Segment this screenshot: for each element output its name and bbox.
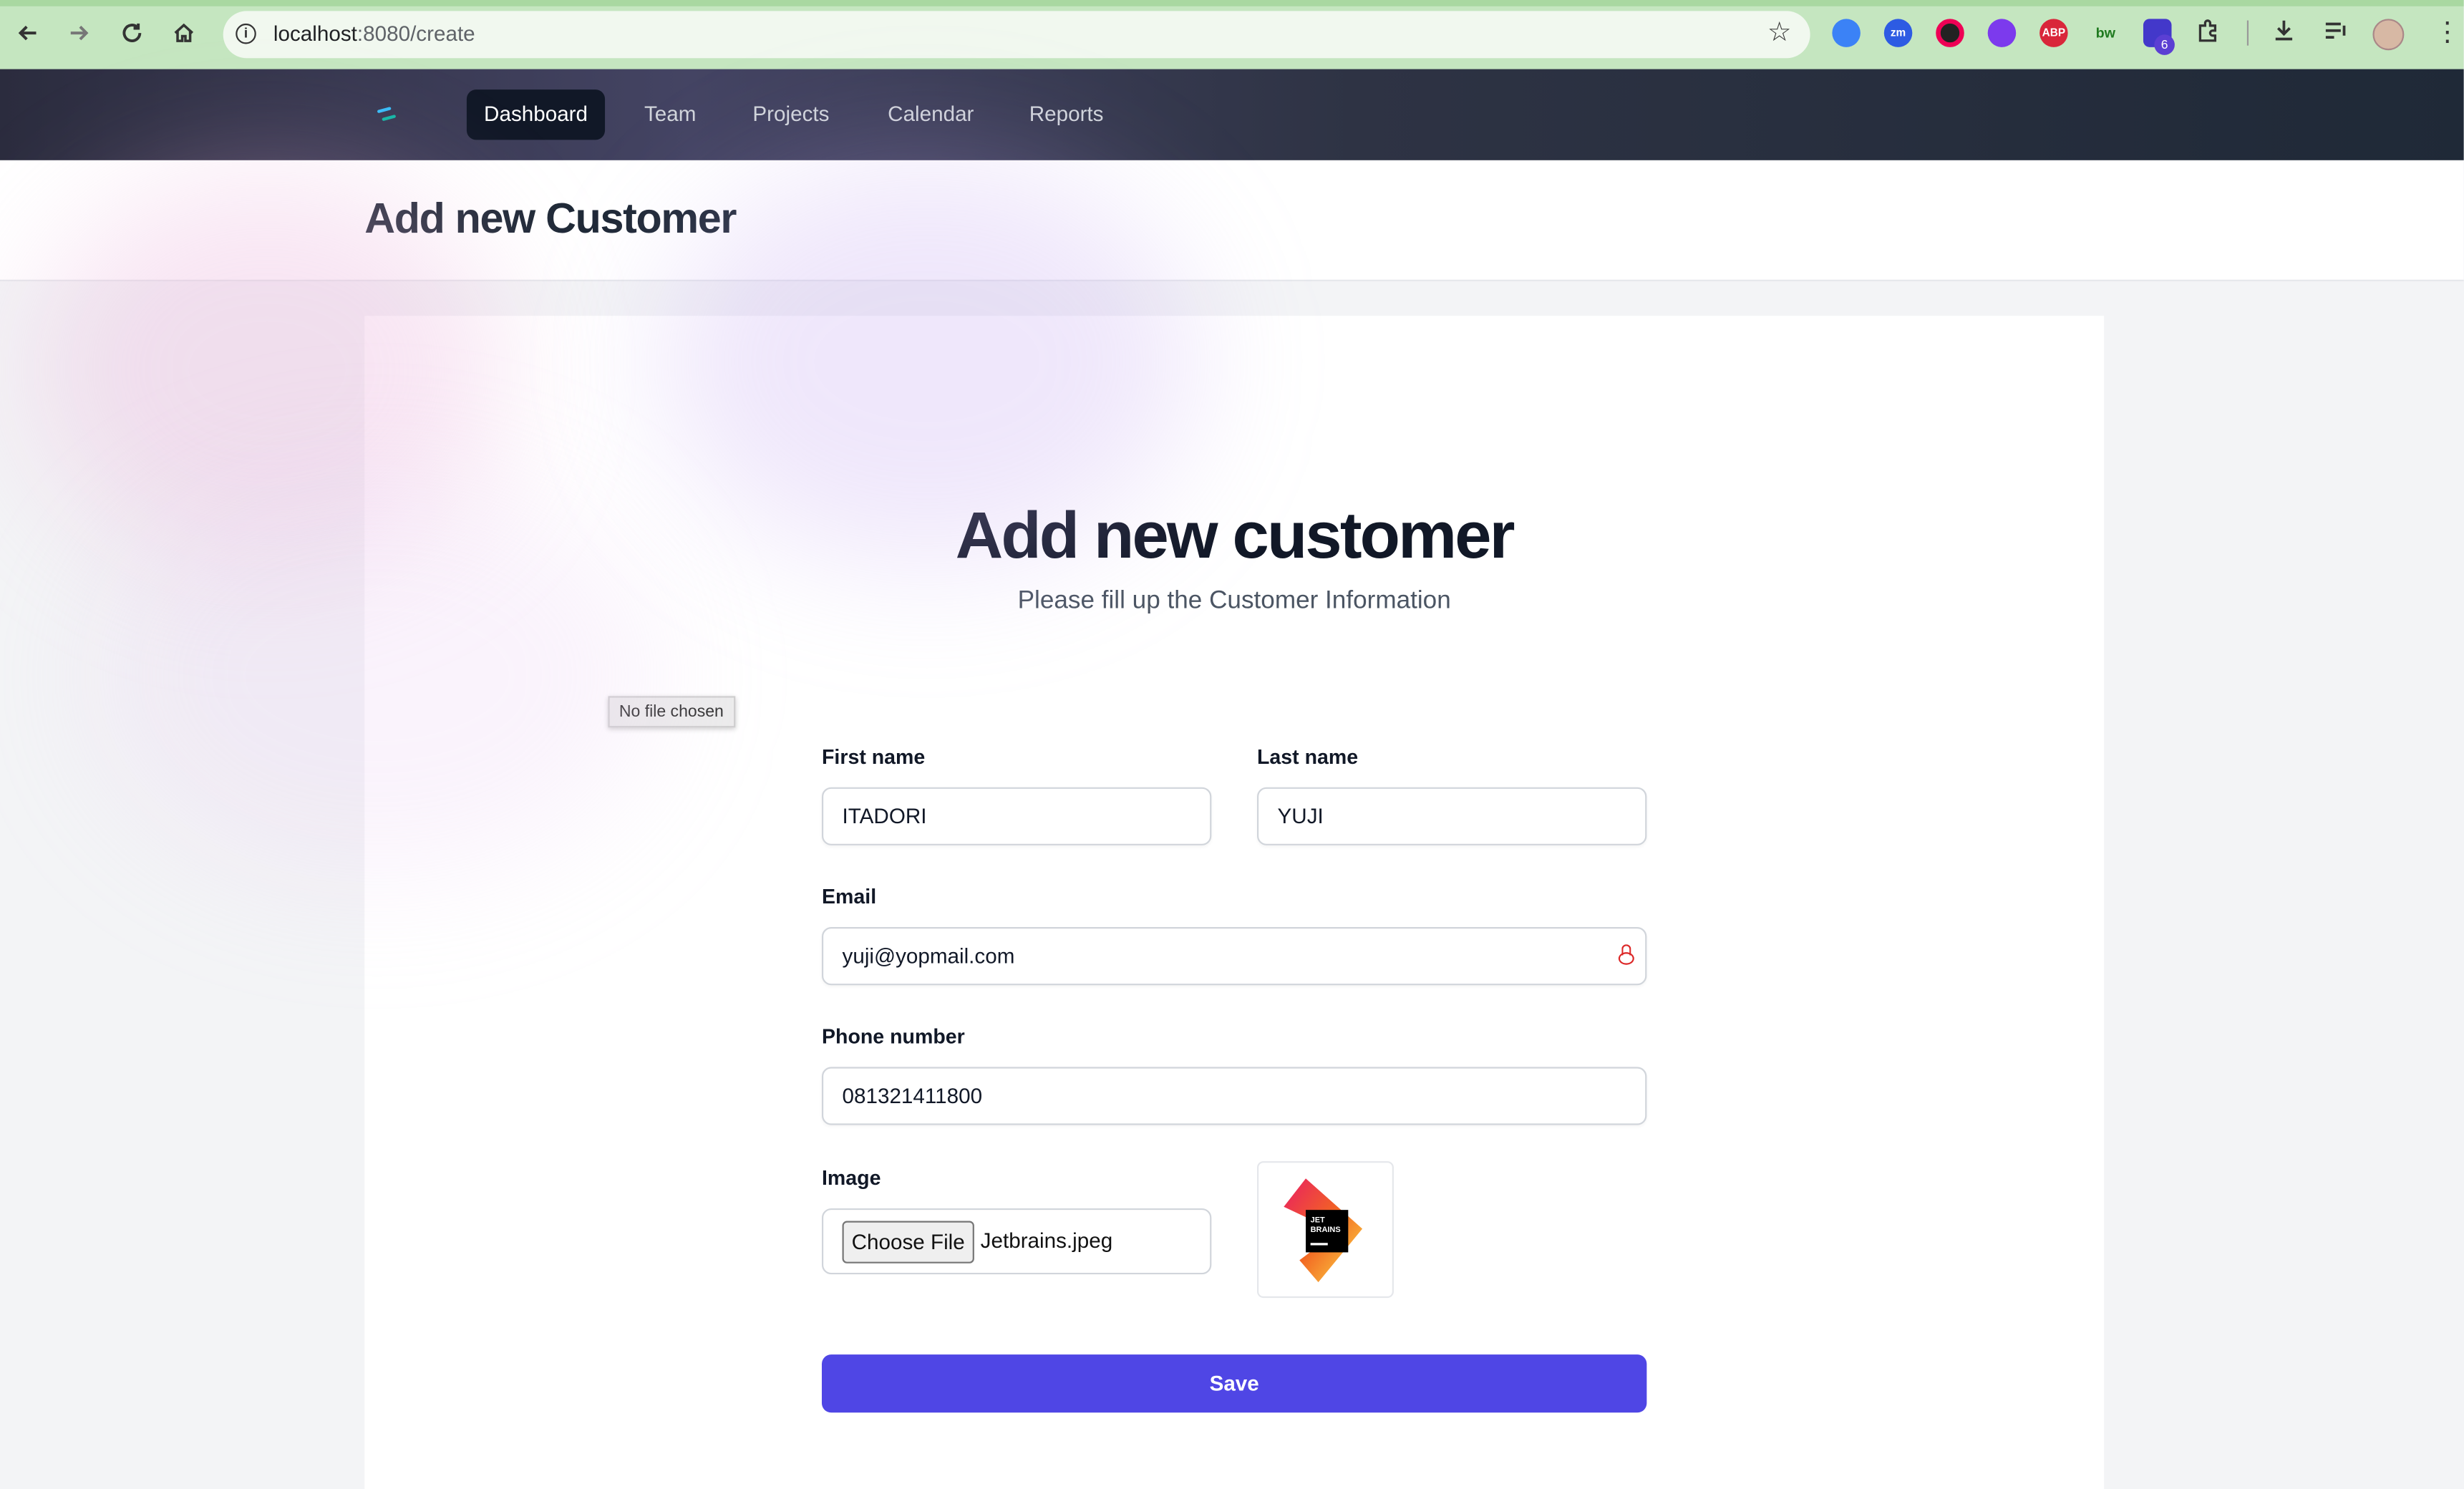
form-subtitle: Please fill up the Customer Information xyxy=(1017,587,1451,615)
url-text[interactable]: localhost:8080/create xyxy=(273,22,475,46)
nav-calendar[interactable]: Calendar xyxy=(870,89,991,140)
more-menu-icon[interactable]: ⋮ xyxy=(2434,17,2460,49)
browser-toolbar: i localhost:8080/create ☆ zm ABP bw 6 ⋮ xyxy=(0,0,2464,69)
image-file-input[interactable]: Choose File Jetbrains.jpeg xyxy=(821,1208,1212,1275)
extension-circle-icon[interactable] xyxy=(1936,19,1964,47)
customer-form-card: Add new customer Please fill up the Cust… xyxy=(364,316,2105,1489)
last-name-input[interactable]: YUJI xyxy=(1257,787,1647,845)
email-input[interactable]: yuji@yopmail.com xyxy=(821,927,1647,986)
jetbrains-logo-icon: JET BRAINS xyxy=(1284,1178,1363,1283)
extension-blue-swirl-icon[interactable] xyxy=(1832,19,1861,47)
page-title: Add new Customer xyxy=(364,195,737,243)
app-viewport: i localhost:8080/create ☆ zm ABP bw 6 ⋮ … xyxy=(0,0,2464,1489)
media-queue-icon[interactable] xyxy=(2322,17,2349,52)
app-navbar: Dashboard Team Projects Calendar Reports xyxy=(0,69,2464,160)
app-logo-icon[interactable] xyxy=(374,104,399,126)
toolbar-divider xyxy=(2246,20,2249,46)
reload-icon[interactable] xyxy=(115,16,149,50)
page-header: Add new Customer xyxy=(0,160,2464,281)
extension-zm-icon[interactable]: zm xyxy=(1883,19,1913,47)
download-icon[interactable] xyxy=(2271,17,2297,52)
address-bar[interactable]: i localhost:8080/create ☆ xyxy=(223,11,1810,59)
image-label: Image xyxy=(821,1165,881,1190)
first-name-input[interactable]: ITADORI xyxy=(821,787,1212,845)
last-name-label: Last name xyxy=(1257,744,1359,769)
logo-lettering: JET xyxy=(1311,1216,1325,1225)
phone-label: Phone number xyxy=(821,1024,965,1049)
phone-input[interactable]: 081321411800 xyxy=(821,1067,1647,1125)
selected-file-name: Jetbrains.jpeg xyxy=(980,1228,1113,1253)
email-label: Email xyxy=(821,884,877,908)
logo-lettering-2: BRAINS xyxy=(1311,1226,1341,1234)
back-icon[interactable] xyxy=(11,16,45,50)
password-manager-lock-icon[interactable] xyxy=(1618,944,1634,966)
nav-team[interactable]: Team xyxy=(627,89,714,140)
form-title: Add new customer xyxy=(955,498,1515,572)
home-icon[interactable] xyxy=(167,16,201,50)
profile-avatar[interactable] xyxy=(2372,19,2405,51)
file-tooltip: No file chosen xyxy=(608,696,735,728)
email-value: yuji@yopmail.com xyxy=(842,944,1015,969)
save-button[interactable]: Save xyxy=(821,1354,1647,1413)
nav-projects[interactable]: Projects xyxy=(735,89,846,140)
extension-mastodon-icon[interactable] xyxy=(1987,19,2017,47)
image-preview: JET BRAINS xyxy=(1257,1161,1394,1299)
extensions-puzzle-icon[interactable] xyxy=(2195,17,2221,52)
extension-badge: 6 xyxy=(2154,34,2175,55)
choose-file-button[interactable]: Choose File xyxy=(842,1221,974,1264)
extension-bw-icon[interactable]: bw xyxy=(2092,19,2120,47)
first-name-label: First name xyxy=(821,744,926,769)
site-info-icon[interactable]: i xyxy=(236,23,256,44)
forward-icon[interactable] xyxy=(62,16,96,50)
nav-reports[interactable]: Reports xyxy=(1012,89,1121,140)
bookmark-star-icon[interactable]: ☆ xyxy=(1767,17,1791,49)
toolbar-topline xyxy=(0,0,2464,6)
extension-abp-icon[interactable]: ABP xyxy=(2039,19,2068,47)
nav-dashboard[interactable]: Dashboard xyxy=(466,89,606,140)
